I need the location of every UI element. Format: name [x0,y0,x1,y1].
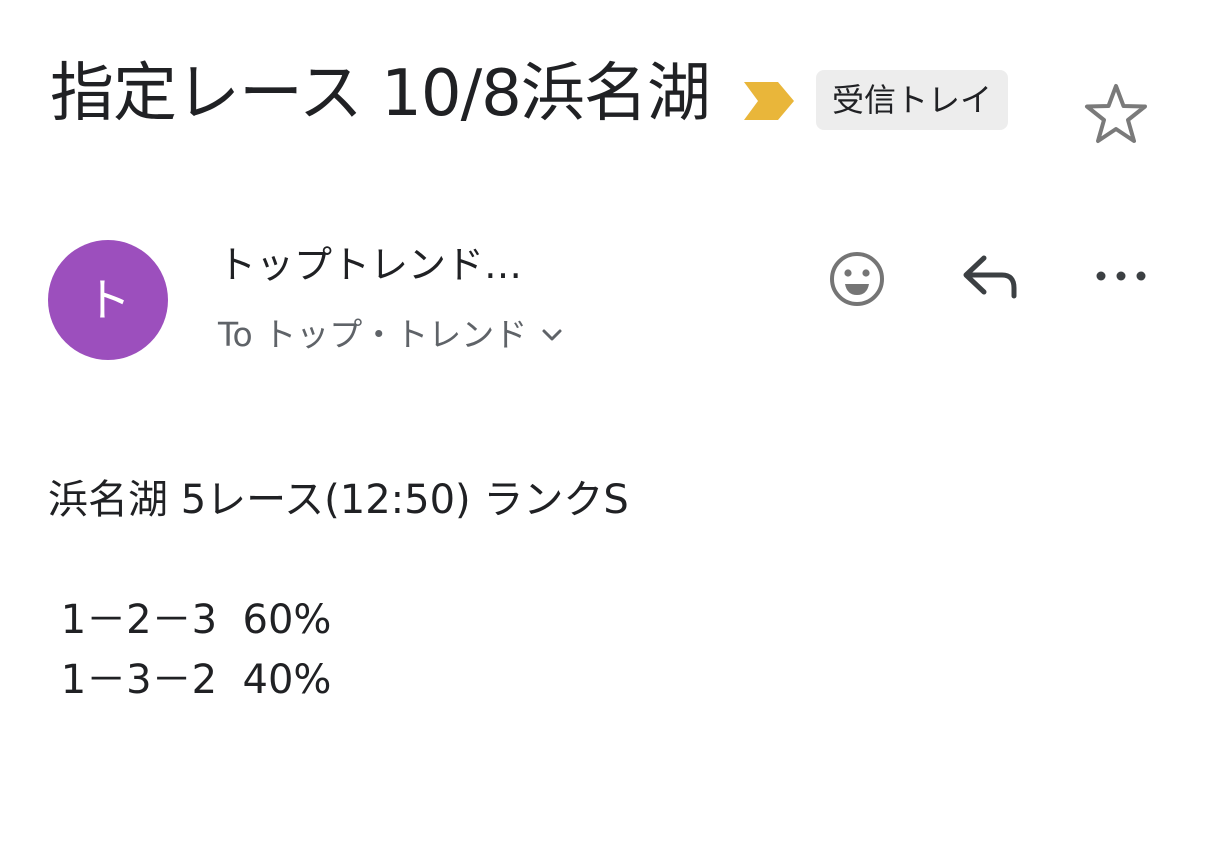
sender-avatar[interactable]: ト [48,240,168,360]
email-view: 指定レース 10/8浜名湖 受信トレイ ト トップトレンド… To トップ・トレ… [0,0,1206,854]
importance-marker-icon[interactable] [742,80,796,122]
more-icon[interactable] [1092,258,1150,294]
inbox-label-chip[interactable]: 受信トレイ [816,70,1008,130]
recipients-text: To トップ・トレンド [218,315,528,354]
emoji-icon[interactable] [826,248,888,310]
email-subject: 指定レース 10/8浜名湖 [50,57,711,131]
body-line: 1－2－3 60% [48,597,332,643]
sender-name[interactable]: トップトレンド… [218,240,522,290]
body-line: 浜名湖 5レース(12:50) ランクS [48,477,629,523]
star-icon[interactable] [1082,80,1150,148]
email-body: 浜名湖 5レース(12:50) ランクS 1－2－3 60% 1－3－2 40% [48,470,629,710]
reply-icon[interactable] [958,248,1022,304]
chevron-down-icon [542,329,562,341]
recipients-toggle[interactable]: To トップ・トレンド [218,310,563,360]
body-line: 1－3－2 40% [48,657,332,703]
